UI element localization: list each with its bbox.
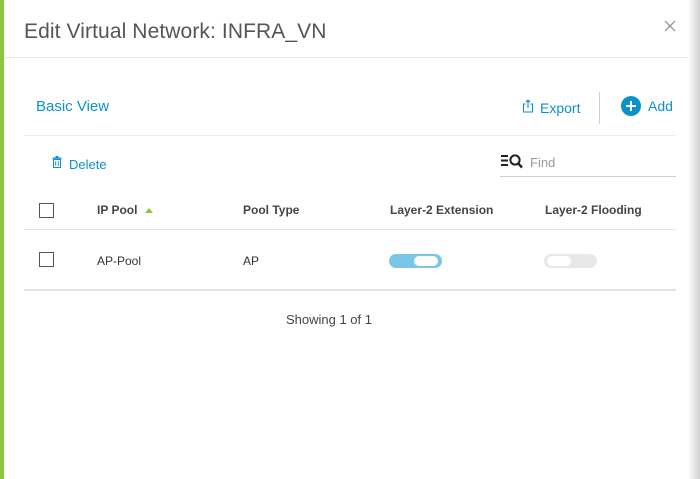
modal-title: Edit Virtual Network: INFRA_VN [24,20,327,43]
layer2-flooding-toggle[interactable] [544,254,597,268]
export-label: Export [540,100,581,116]
sort-ascending-icon [145,208,154,213]
filter-search-icon[interactable] [500,152,524,175]
section-divider [24,135,676,136]
delete-label: Delete [69,156,107,172]
find-input[interactable] [530,152,670,172]
delete-button[interactable]: Delete [52,155,107,173]
toggle-knob [547,256,571,266]
row-checkbox[interactable] [39,252,54,267]
add-button[interactable]: Add [621,96,673,116]
ip-pool-table: IP Pool Pool Type Layer-2 Extension Laye… [24,192,676,291]
trash-icon [52,155,62,173]
export-icon [522,98,534,118]
column-header-ip-pool[interactable]: IP Pool [97,203,154,217]
modal-header: Edit Virtual Network: INFRA_VN [4,0,688,58]
find-field [500,150,676,177]
layer2-extension-toggle[interactable] [389,254,442,268]
pagination-summary: Showing 1 of 1 [285,312,372,327]
modal-edge-shadow [688,0,700,479]
column-header-layer2-extension[interactable]: Layer-2 Extension [390,203,493,217]
column-header-pool-type[interactable]: Pool Type [243,203,299,217]
close-icon[interactable] [660,16,680,36]
basic-view-label: Basic View [36,98,110,115]
column-header-label: IP Pool [97,203,138,217]
add-label: Add [648,98,673,114]
table-row[interactable]: AP-Pool AP [24,230,676,291]
table-header-row: IP Pool Pool Type Layer-2 Extension Laye… [24,192,676,230]
column-header-layer2-flooding[interactable]: Layer-2 Flooding [545,203,642,217]
modal-left-accent [0,0,4,479]
pool-type-cell: AP [243,254,260,268]
ip-pool-cell: AP-Pool [97,254,142,268]
export-button[interactable]: Export [522,98,580,118]
toggle-knob [414,256,438,266]
select-all-checkbox[interactable] [39,203,54,218]
plus-circle-icon [621,96,641,116]
toolbar-divider [599,92,600,124]
